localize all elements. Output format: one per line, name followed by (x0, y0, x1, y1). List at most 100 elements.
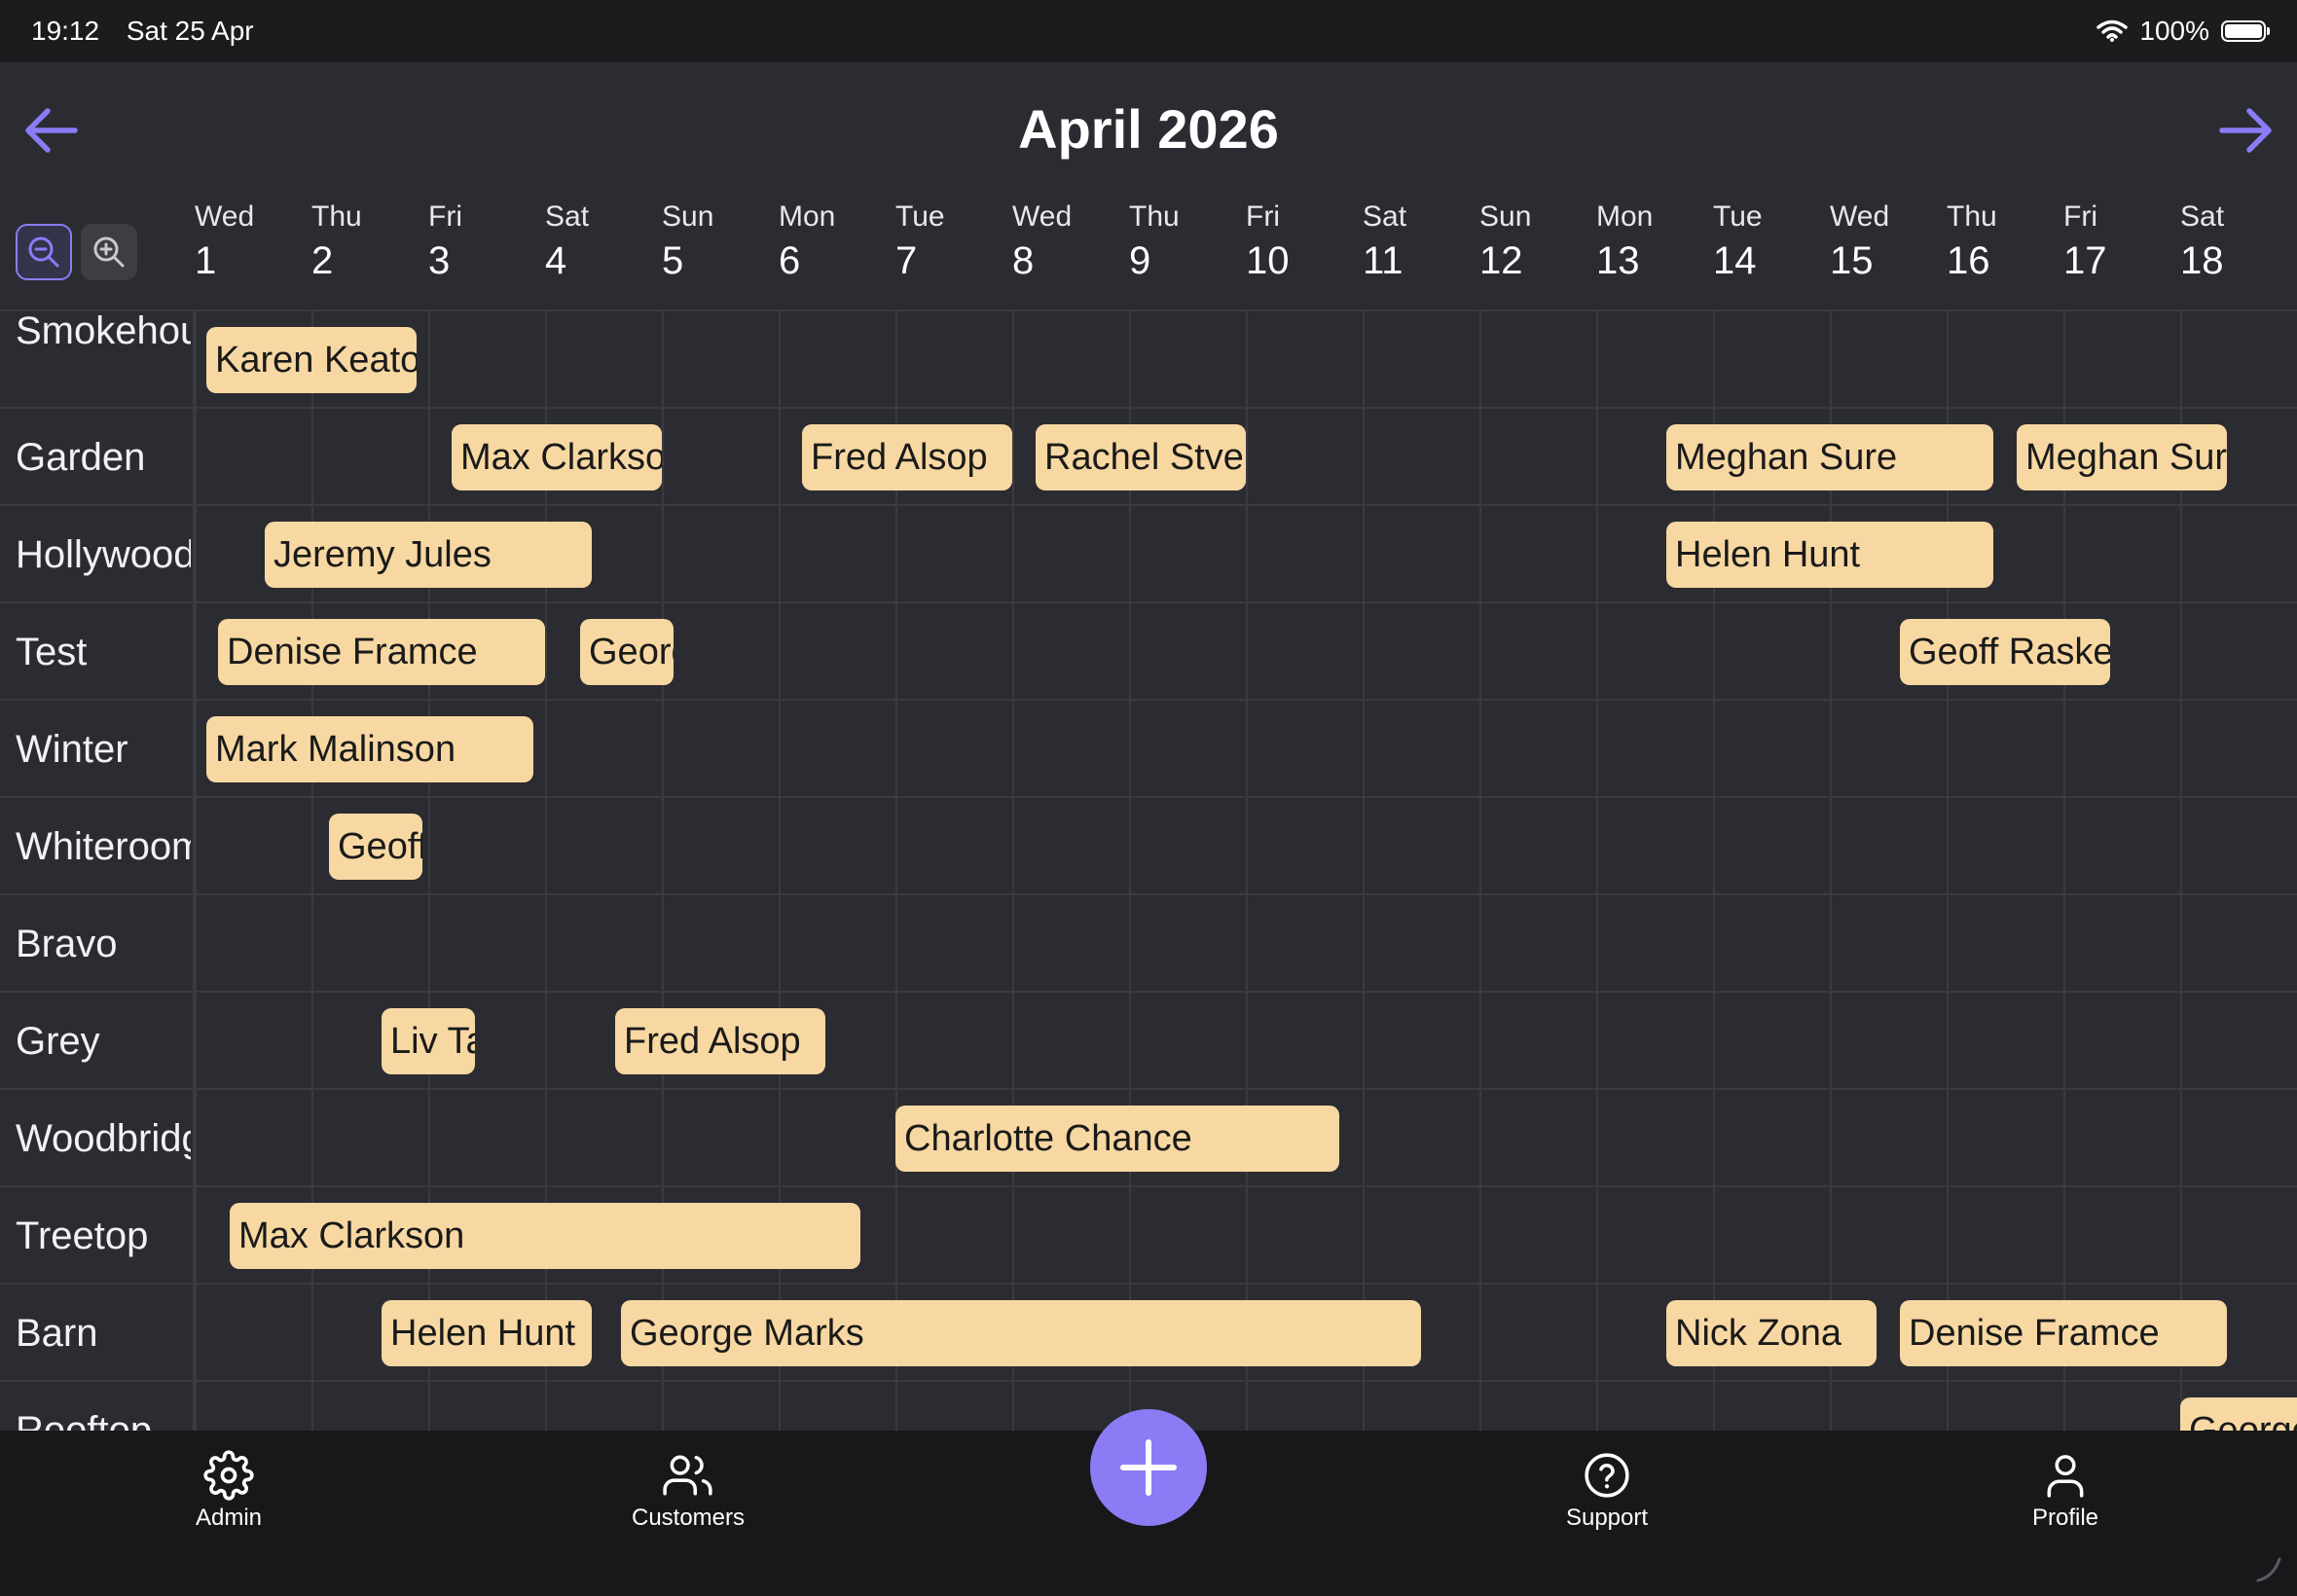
tab-customers-label: Customers (631, 1505, 746, 1531)
day-header: Fri 17 (2063, 199, 2180, 306)
zoom-in-icon (93, 236, 125, 268)
plus-icon (1120, 1439, 1177, 1496)
room-label: Hollywood (16, 533, 191, 576)
grid-row-line (0, 796, 2297, 798)
day-of-week: Sat (1363, 200, 1407, 233)
status-left: 19:12 Sat 25 Apr (31, 16, 273, 47)
tab-profile[interactable]: Profile (1968, 1448, 2163, 1532)
day-number: 16 (1947, 239, 1990, 282)
room-label: Whiteroom (16, 825, 191, 868)
day-number: 13 (1596, 239, 1640, 282)
grid-row-line (0, 504, 2297, 506)
room-label: Barn (16, 1312, 98, 1355)
day-header: Thu 9 (1129, 199, 1246, 306)
booking-grid: Smokehouse Karen Keaton Garden Max Clarkson… (0, 309, 2297, 1433)
room-label: Smokehouse (16, 309, 191, 352)
day-header: Wed 15 (1830, 199, 1947, 306)
grid-column-line (1246, 311, 1248, 1433)
booking-block[interactable]: Max Clarkson (452, 424, 662, 490)
booking-block[interactable]: Denise Framce (218, 619, 545, 685)
booking-block[interactable]: Denise Framce (1900, 1300, 2227, 1366)
room-label: Grey (16, 1020, 100, 1063)
grid-column-line (195, 311, 197, 1433)
booking-block[interactable]: Fred Alsop (802, 424, 1012, 490)
booking-block[interactable]: Karen Keaton (206, 327, 417, 393)
day-of-week: Fri (428, 200, 462, 233)
day-of-week: Wed (1830, 200, 1890, 233)
status-date: Sat 25 Apr (126, 16, 254, 46)
day-header: Mon 6 (779, 199, 895, 306)
day-of-week: Tue (895, 200, 945, 233)
booking-block[interactable]: Max Clarkson (230, 1203, 860, 1269)
day-of-week: Sat (545, 200, 590, 233)
day-number: 12 (1479, 239, 1523, 282)
next-month-button[interactable] (2217, 101, 2276, 160)
tab-support-label: Support (1565, 1505, 1649, 1531)
day-header: Mon 13 (1596, 199, 1713, 306)
room-label: Woodbridge (16, 1117, 191, 1160)
booking-block[interactable]: Geoff Raske (1900, 619, 2110, 685)
booking-block[interactable]: Jeremy Jules (265, 522, 592, 588)
tab-support[interactable]: Support (1510, 1448, 1704, 1532)
zoom-out-button[interactable] (16, 224, 72, 280)
zoom-in-button[interactable] (81, 224, 137, 280)
day-header: Sat 4 (545, 199, 662, 306)
gear-icon (203, 1450, 254, 1501)
day-number: 8 (1012, 239, 1035, 282)
status-right: 100% (2096, 16, 2270, 47)
booking-block[interactable]: Geoff Raske (329, 814, 422, 880)
grid-row-line (0, 893, 2297, 895)
day-of-week: Thu (1129, 200, 1180, 233)
grid-row-line (0, 1185, 2297, 1187)
day-of-week: Thu (311, 200, 362, 233)
day-number: 18 (2180, 239, 2224, 282)
zoom-out-icon (28, 236, 59, 268)
day-number: 4 (545, 239, 567, 282)
day-number: 2 (311, 239, 334, 282)
day-header: Sun 5 (662, 199, 779, 306)
grid-column-line (1363, 311, 1365, 1433)
day-header: Tue 7 (895, 199, 1012, 306)
booking-block[interactable]: Helen Hunt (1666, 522, 1993, 588)
booking-block[interactable]: George Marks (621, 1300, 1421, 1366)
room-label: Rooftop (16, 1409, 153, 1433)
day-of-week: Thu (1947, 200, 1997, 233)
day-of-week: Mon (779, 200, 836, 233)
tab-profile-label: Profile (2031, 1505, 2099, 1531)
grid-column-line (1012, 311, 1014, 1433)
help-circle-icon (1585, 1453, 1629, 1498)
day-of-week: Sun (1479, 200, 1532, 233)
wifi-icon (2096, 19, 2129, 42)
day-number: 1 (195, 239, 217, 282)
booking-block[interactable]: Meghan Sure (1666, 424, 1993, 490)
day-header: Wed 8 (1012, 199, 1129, 306)
booking-block[interactable]: Nick Zona (1666, 1300, 1877, 1366)
grid-row-line (0, 991, 2297, 993)
grid-row-line (0, 601, 2297, 603)
room-label: Treetop (16, 1215, 149, 1257)
booking-block[interactable]: Rachel Stverson (1036, 424, 1246, 490)
room-label: Bravo (16, 923, 118, 965)
booking-block[interactable]: Helen Hunt (382, 1300, 592, 1366)
booking-block[interactable]: Mark Malinson (206, 716, 533, 782)
status-time: 19:12 (31, 16, 100, 46)
day-header: Sun 12 (1479, 199, 1596, 306)
tab-customers[interactable]: Customers (591, 1448, 785, 1532)
calendar-header: April 2026 (0, 62, 2297, 199)
add-booking-button[interactable] (1090, 1409, 1207, 1526)
day-of-week: Fri (1246, 200, 1280, 233)
booking-block[interactable]: Liv Taylor (382, 1008, 475, 1074)
grid-column-line (1479, 311, 1481, 1433)
booking-block[interactable]: Meghan Sure (2017, 424, 2227, 490)
day-number: 14 (1713, 239, 1757, 282)
tab-admin[interactable]: Admin (131, 1448, 326, 1532)
booking-block[interactable]: Charlotte Chance (895, 1106, 1339, 1172)
day-of-week: Tue (1713, 200, 1763, 233)
day-of-week: Sat (2180, 200, 2225, 233)
tab-admin-label: Admin (195, 1505, 263, 1531)
day-header: Wed 1 (195, 199, 311, 306)
booking-block[interactable]: Fred Alsop (615, 1008, 825, 1074)
booking-block[interactable]: George Marks (580, 619, 674, 685)
booking-block[interactable]: George Marks (2180, 1397, 2297, 1433)
grid-row-line (0, 1088, 2297, 1090)
